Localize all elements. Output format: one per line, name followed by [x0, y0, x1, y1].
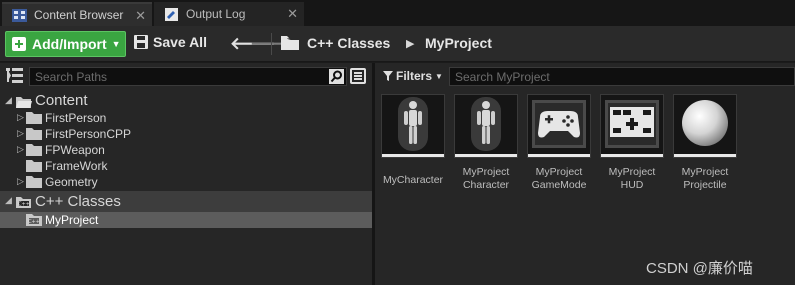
add-import-button[interactable]: Add/Import ▼ [5, 31, 126, 57]
asset-name: MyCharacter [382, 174, 444, 186]
add-icon [12, 37, 26, 51]
asset-thumbnail [527, 94, 591, 158]
asset-name: MyProject HUD [608, 166, 656, 191]
tree-item-geometry[interactable]: ▷ Geometry [0, 174, 372, 190]
search-icon[interactable] [329, 69, 344, 84]
asset-thumbnail [454, 94, 518, 158]
tree-item-firstpersoncpp[interactable]: ▷ FirstPersonCPP [0, 126, 372, 142]
character-figure-icon [471, 97, 501, 151]
chevron-down-icon: ▼ [111, 39, 121, 49]
chevron-right-icon[interactable]: ▶ [406, 37, 414, 50]
save-all-label: Save All [153, 34, 207, 50]
breadcrumb-myproject[interactable]: MyProject [425, 35, 492, 51]
search-paths-input[interactable]: Search Paths [29, 67, 347, 86]
folder-open-icon [16, 97, 32, 108]
tab-content-browser[interactable]: Content Browser ✕ [2, 2, 152, 26]
add-import-label: Add/Import [32, 36, 107, 52]
tree-item-label: FirstPersonCPP [45, 127, 132, 141]
cpp-folder-icon: C++ [26, 214, 42, 226]
tab-output-log-label: Output Log [186, 7, 246, 21]
close-icon[interactable]: ✕ [287, 6, 298, 22]
asset-type-bar [455, 154, 517, 157]
folder-icon [26, 176, 42, 188]
tree-item-label: MyProject [45, 213, 99, 227]
collapsed-arrow-icon[interactable]: ▷ [17, 176, 24, 187]
asset-thumbnail [600, 94, 664, 158]
tree-item-label: FPWeapon [45, 143, 105, 157]
sources-toolbar: Search Paths [0, 63, 372, 89]
asset-name: MyProject GameMode [531, 166, 587, 191]
tree-item-label: FirstPerson [45, 111, 107, 125]
expand-arrow-icon[interactable]: ◢ [5, 95, 12, 106]
search-assets-placeholder: Search MyProject [455, 70, 550, 84]
tree-item-fpweapon[interactable]: ▷ FPWeapon [0, 142, 372, 158]
svg-text:C++: C++ [28, 219, 40, 225]
folder-icon [26, 160, 42, 172]
tree-item-content[interactable]: ◢ Content [0, 91, 372, 111]
tree-item-label: FrameWork [45, 159, 108, 173]
folder-icon [26, 128, 42, 140]
gamepad-icon [532, 100, 586, 148]
save-icon [134, 35, 148, 49]
toolbar-divider [271, 33, 272, 55]
folder-icon [26, 144, 42, 156]
cpp-folder-icon: C++ [16, 197, 31, 208]
sources-panel: Search Paths ◢ Content ▷ FirstPerson ▷ F… [0, 63, 372, 285]
tree-item-myproject[interactable]: C++ MyProject [0, 212, 372, 228]
watermark: CSDN @廉价喵 [646, 260, 753, 277]
tree-item-firstperson[interactable]: ▷ FirstPerson [0, 110, 372, 126]
close-icon[interactable]: ✕ [135, 8, 146, 24]
tab-content-browser-label: Content Browser [34, 8, 124, 22]
tree-item-framework[interactable]: FrameWork [0, 158, 372, 174]
sphere-icon [682, 100, 728, 146]
collapsed-arrow-icon[interactable]: ▷ [17, 144, 24, 155]
content-browser-toolbar: Add/Import ▼ Save All 🡐 🡒 C++ Classes ▶ … [0, 26, 795, 62]
collapsed-arrow-icon[interactable]: ▷ [17, 128, 24, 139]
asset-thumbnail [381, 94, 445, 158]
character-figure-icon [398, 97, 428, 151]
asset-type-bar [601, 154, 663, 157]
tree-item-label: C++ Classes [35, 193, 121, 210]
asset-view: Filters ▼ Search MyProject MyCharacter M… [375, 63, 795, 285]
tree-item-label: Content [35, 92, 88, 109]
folder-icon [26, 112, 42, 124]
breadcrumb-cpp-classes[interactable]: C++ Classes [281, 35, 390, 51]
view-options-icon[interactable] [350, 68, 366, 84]
filters-label: Filters [396, 69, 433, 83]
folder-icon [281, 36, 299, 50]
expand-arrow-icon[interactable]: ◢ [5, 195, 12, 206]
asset-thumbnail [673, 94, 737, 158]
filter-icon [383, 71, 393, 81]
breadcrumb-cpp-classes-label: C++ Classes [307, 35, 391, 51]
asset-type-bar [528, 154, 590, 157]
save-all-button[interactable]: Save All [134, 34, 207, 50]
collapsed-arrow-icon[interactable]: ▷ [17, 112, 24, 123]
asset-name: MyProject Character [462, 166, 510, 191]
asset-type-bar [382, 154, 444, 157]
tab-strip: Content Browser ✕ Output Log ✕ [0, 0, 795, 26]
tab-output-log[interactable]: Output Log ✕ [154, 2, 304, 26]
sources-tree-toggle-icon[interactable] [6, 68, 23, 83]
tree-item-label: Geometry [45, 175, 98, 189]
output-log-icon [165, 7, 178, 21]
asset-type-bar [674, 154, 736, 157]
breadcrumb-myproject-label: MyProject [425, 35, 492, 51]
svg-text:C++: C++ [18, 202, 30, 208]
search-assets-input[interactable]: Search MyProject [449, 67, 795, 86]
content-browser-icon [12, 8, 27, 22]
tree-item-cpp-classes[interactable]: ◢ C++ C++ Classes [0, 191, 372, 212]
asset-name: MyProject Projectile [681, 166, 729, 191]
filters-button[interactable]: Filters ▼ [383, 69, 443, 83]
search-paths-placeholder: Search Paths [35, 70, 108, 84]
chevron-down-icon: ▼ [435, 71, 443, 81]
hud-icon [605, 100, 659, 148]
